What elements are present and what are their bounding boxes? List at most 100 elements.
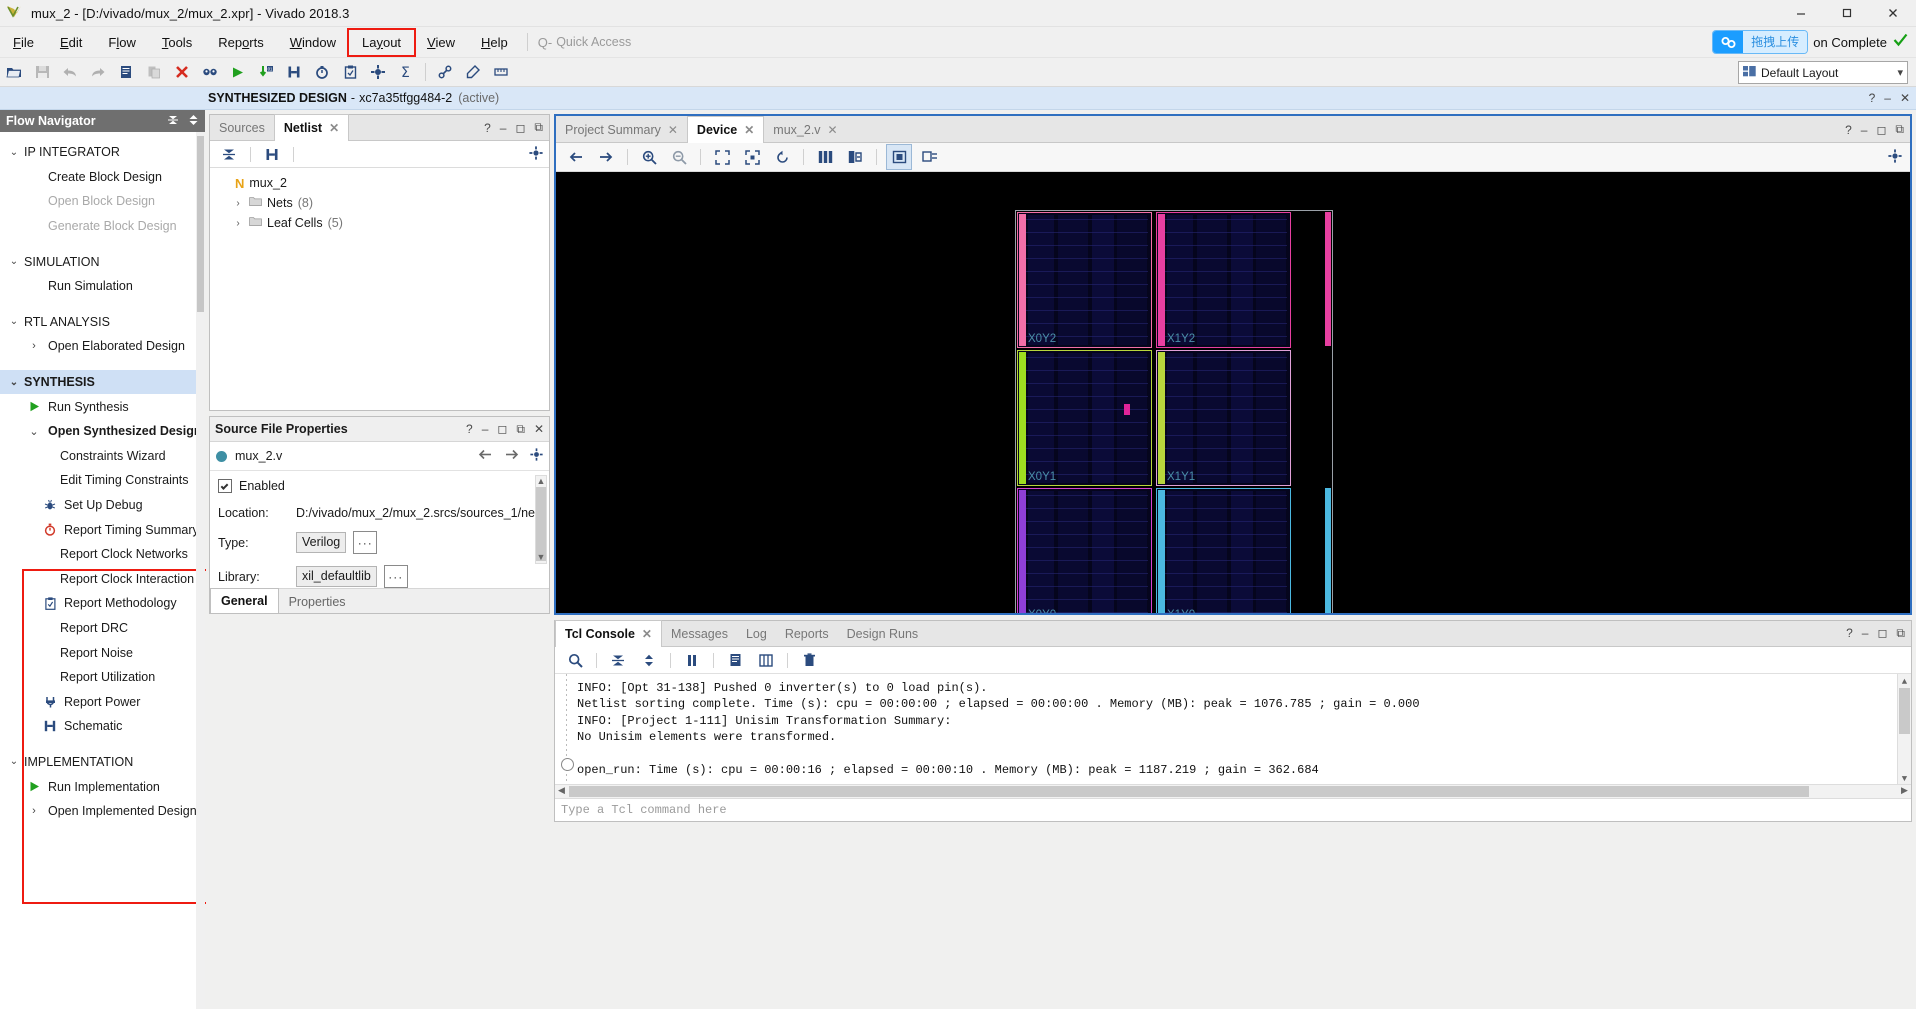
expand-icon[interactable]: [637, 648, 661, 672]
zoom-in-icon[interactable]: [637, 145, 661, 169]
tab-reports[interactable]: Reports: [776, 621, 838, 646]
settings-icon[interactable]: [366, 60, 390, 84]
schematic-icon[interactable]: [282, 60, 306, 84]
tab-mux2v[interactable]: mux_2.v ✕: [764, 117, 846, 142]
open-folder-icon[interactable]: [2, 60, 26, 84]
maximize-icon[interactable]: ◻: [515, 121, 525, 135]
help-icon[interactable]: ?: [1845, 123, 1852, 137]
sidebar-section-ip-integrator[interactable]: ⌄ IP INTEGRATOR: [0, 140, 205, 165]
chevron-down-icon[interactable]: ⌄: [6, 256, 22, 267]
sidebar-item-report-power[interactable]: Report Power: [0, 689, 205, 714]
clock-region-X0Y2[interactable]: X0Y2: [1017, 212, 1152, 348]
minimize-icon[interactable]: –: [1884, 91, 1891, 105]
scroll-down-icon[interactable]: ▼: [536, 552, 546, 563]
library-field[interactable]: xil_defaultlib: [296, 566, 377, 587]
fpga-die[interactable]: X0Y2 X1Y2 X0Y1 X1Y1 X0Y0 X1Y0: [1015, 210, 1333, 613]
placed-cell-marker[interactable]: [1124, 404, 1130, 415]
sidebar-item-run-synthesis[interactable]: Run Synthesis: [0, 394, 205, 419]
collapse-all-icon[interactable]: [217, 142, 241, 166]
methodology-icon[interactable]: [338, 60, 362, 84]
pause-icon[interactable]: [680, 648, 704, 672]
chevron-down-icon[interactable]: ⌄: [6, 377, 22, 388]
minimize-icon[interactable]: –: [482, 422, 489, 436]
console-output[interactable]: INFO: [Opt 31-138] Pushed 0 inverter(s) …: [555, 674, 1911, 784]
tab-tcl-console[interactable]: Tcl Console ✕: [555, 620, 662, 647]
ruler-icon[interactable]: [489, 60, 513, 84]
close-icon[interactable]: ✕: [828, 123, 838, 137]
tab-netlist[interactable]: Netlist ✕: [273, 114, 350, 141]
search-replace-icon[interactable]: [198, 60, 222, 84]
collapse-icon[interactable]: [606, 648, 630, 672]
tree-item-leaf-cells[interactable]: › Leaf Cells (5): [210, 213, 549, 233]
chevron-down-icon[interactable]: ⌄: [6, 316, 22, 327]
sidebar-section-synthesis[interactable]: ⌄ SYNTHESIS: [0, 369, 205, 395]
tab-log[interactable]: Log: [737, 621, 776, 646]
enabled-checkbox[interactable]: [218, 479, 232, 493]
float-icon[interactable]: ⧉: [534, 120, 543, 135]
menu-layout[interactable]: Layout: [346, 27, 417, 57]
sidebar-item-report-noise[interactable]: Report Noise: [0, 640, 205, 665]
float-icon[interactable]: ⧉: [1895, 122, 1904, 137]
clock-region-X0Y1[interactable]: X0Y1: [1017, 350, 1152, 486]
scrollbar-thumb[interactable]: [197, 136, 204, 312]
gear-icon[interactable]: [1888, 148, 1902, 166]
type-browse-button[interactable]: ···: [353, 531, 378, 554]
timing-icon[interactable]: [310, 60, 334, 84]
sidebar-item-edit-timing-constraints[interactable]: Edit Timing Constraints: [0, 468, 205, 493]
tree-item-nets[interactable]: › Nets (8): [210, 193, 549, 213]
close-icon[interactable]: ✕: [642, 627, 652, 641]
menu-reports[interactable]: Reports: [205, 31, 277, 54]
sidebar-item-report-clock-interaction[interactable]: Report Clock Interaction: [0, 567, 205, 592]
sum-icon[interactable]: Σ: [394, 60, 418, 84]
float-icon[interactable]: ⧉: [516, 422, 525, 437]
autofit-icon[interactable]: [918, 145, 942, 169]
menu-help[interactable]: Help: [468, 31, 521, 54]
sidebar-item-open-elaborated-design[interactable]: › Open Elaborated Design: [0, 334, 205, 359]
sidebar-item-create-block-design[interactable]: Create Block Design: [0, 165, 205, 190]
schematic-icon[interactable]: [260, 142, 284, 166]
save-icon[interactable]: [30, 60, 54, 84]
forward-arrow-icon[interactable]: [594, 145, 618, 169]
sidebar-section-implementation[interactable]: ⌄ IMPLEMENTATION: [0, 750, 205, 775]
maximize-icon[interactable]: ◻: [1876, 123, 1886, 137]
help-icon[interactable]: ?: [1846, 626, 1853, 641]
forward-arrow-icon[interactable]: [504, 449, 519, 463]
close-button[interactable]: [1870, 0, 1916, 26]
sidebar-item-report-methodology[interactable]: Report Methodology: [0, 591, 205, 616]
sidebar-item-report-drc[interactable]: Report DRC: [0, 616, 205, 641]
columns-icon[interactable]: [813, 145, 837, 169]
sidebar-item-open-implemented-design[interactable]: › Open Implemented Design: [0, 799, 205, 824]
sidebar-item-constraints-wizard[interactable]: Constraints Wizard: [0, 444, 205, 469]
scrollbar-thumb[interactable]: [569, 786, 1809, 797]
sidebar-item-run-implementation[interactable]: Run Implementation: [0, 774, 205, 799]
zoom-area-icon[interactable]: [740, 145, 764, 169]
menu-file[interactable]: File: [0, 31, 47, 54]
console-hscrollbar[interactable]: ◀ ▶: [555, 784, 1911, 798]
clock-region-X1Y2[interactable]: X1Y2: [1156, 212, 1291, 348]
sidebar-item-report-timing-summary[interactable]: Report Timing Summary: [0, 517, 205, 542]
select-area-icon[interactable]: [886, 144, 912, 170]
device-floorplan-view[interactable]: X0Y2 X1Y2 X0Y1 X1Y1 X0Y0 X1Y0: [556, 172, 1910, 613]
maximize-button[interactable]: [1824, 0, 1870, 26]
help-icon[interactable]: ?: [466, 422, 473, 436]
sidebar-section-simulation[interactable]: ⌄ SIMULATION: [0, 249, 205, 274]
zoom-out-icon[interactable]: [667, 145, 691, 169]
close-icon[interactable]: ✕: [329, 121, 339, 135]
sidebar-item-set-up-debug[interactable]: Set Up Debug: [0, 493, 205, 518]
sidebar-item-report-clock-networks[interactable]: Report Clock Networks: [0, 542, 205, 567]
library-browse-button[interactable]: ···: [383, 565, 408, 588]
copy-icon[interactable]: [114, 60, 138, 84]
menu-tools[interactable]: Tools: [149, 31, 205, 54]
tree-item-mux-2[interactable]: Nmux_2: [210, 173, 549, 193]
tcl-command-input[interactable]: Type a Tcl command here: [555, 798, 1911, 821]
sidebar-item-schematic[interactable]: Schematic: [0, 714, 205, 739]
type-field[interactable]: Verilog: [296, 532, 347, 553]
upload-overlay-widget[interactable]: 拖拽上传: [1713, 31, 1808, 53]
chevron-down-icon[interactable]: ⌄: [6, 147, 22, 158]
minimize-button[interactable]: [1778, 0, 1824, 26]
clock-region-X1Y0[interactable]: X1Y0: [1156, 488, 1291, 613]
gear-icon[interactable]: [530, 448, 543, 464]
tab-device[interactable]: Device ✕: [686, 116, 765, 143]
zoom-fit-icon[interactable]: [710, 145, 734, 169]
scroll-up-icon[interactable]: ▲: [1898, 674, 1911, 687]
